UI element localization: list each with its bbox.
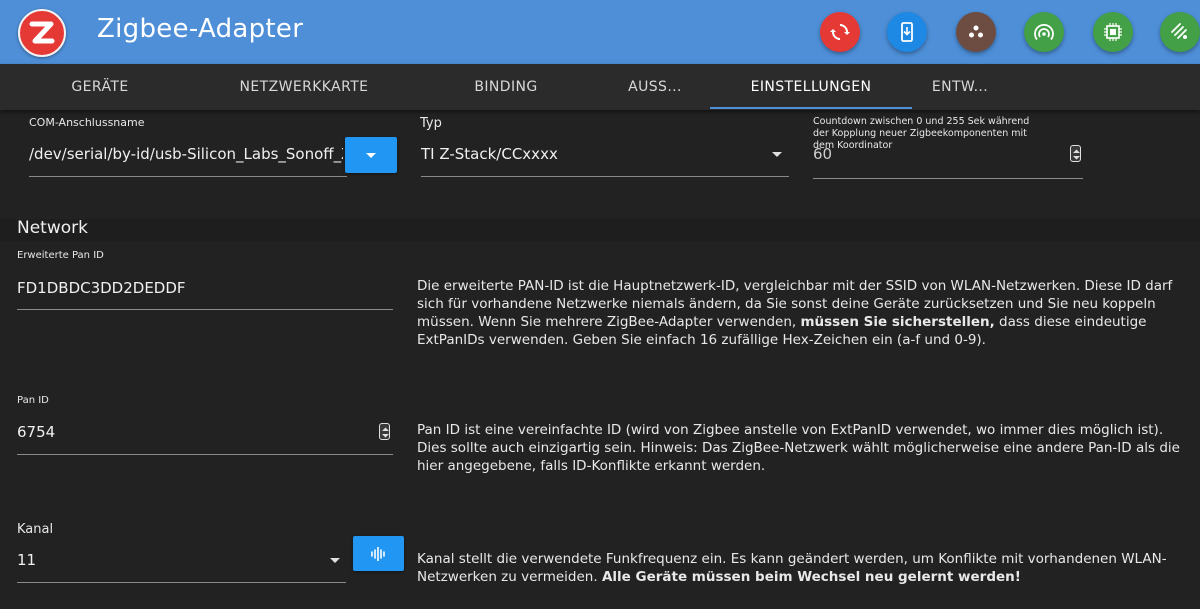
com-port-label: COM-Anschlussname [29,116,145,129]
tab-network-map[interactable]: NETZWERKKARTE [220,64,388,110]
active-tab-indicator [710,107,912,109]
tab-binding[interactable]: BINDING [450,64,562,110]
zigbee-logo-icon [18,9,66,57]
channel-scan-button[interactable] [353,536,404,571]
countdown-underline [813,178,1083,179]
tab-bar: GERÄTE NETZWERKKARTE BINDING AUSS... EIN… [0,64,1200,110]
app-header: Zigbee-Adapter [0,0,1200,64]
tab-developer[interactable]: ENTW... [912,64,1008,110]
tab-settings[interactable]: EINSTELLUNGEN [710,64,912,110]
type-select[interactable]: TI Z-Stack/CCxxxx [421,145,558,163]
countdown-stepper[interactable] [1070,145,1081,162]
pan-id-label: Pan ID [17,395,49,406]
wifi-strength-icon [1171,23,1187,39]
signal-button[interactable] [1024,12,1064,52]
chevron-down-icon[interactable] [330,558,340,563]
com-port-underline [29,176,347,177]
channel-label: Kanal [17,522,54,537]
chevron-down-icon[interactable] [772,152,782,157]
signal-icon [1034,24,1054,41]
channel-select[interactable]: 11 [17,551,36,569]
tab-exclude[interactable]: AUSS... [610,64,700,110]
stepper-arrows-icon [1073,149,1080,160]
ext-pan-id-label: Erweiterte Pan ID [17,250,104,261]
countdown-label: Countdown zwischen 0 und 255 Sek während… [813,116,1030,151]
network-section-title: Network [17,218,88,238]
type-underline [421,176,789,177]
type-label: Typ [420,116,442,131]
com-port-input[interactable]: /dev/serial/by-id/usb-Silicon_Labs_Sonof… [29,145,343,163]
tab-devices[interactable]: GERÄTE [40,64,160,110]
chevron-down-icon [366,153,376,158]
audio-wave-icon [371,547,385,561]
channel-underline [17,582,346,583]
ext-pan-id-underline [17,309,393,310]
stepper-arrows-icon [382,427,389,438]
wifi-strength-button[interactable] [1160,12,1200,52]
channel-description: Kanal stellt die verwendete Funkfrequenz… [417,551,1167,585]
refresh-button[interactable] [820,12,860,52]
pan-id-stepper[interactable] [379,423,390,440]
ext-pan-id-description: Die erweiterte PAN-ID ist die Hauptnetzw… [417,278,1173,348]
chip-icon [1104,23,1122,41]
app-title: Zigbee-Adapter [97,14,304,44]
device-install-icon [901,22,913,42]
cookie-icon [969,25,983,38]
ext-pan-id-input[interactable]: FD1DBDC3DD2DEDDF [17,279,186,297]
pan-id-underline [17,454,393,455]
device-install-button[interactable] [887,12,927,52]
refresh-icon [830,24,850,40]
cookie-button[interactable] [956,12,996,52]
com-port-select-button[interactable] [345,137,397,173]
network-section-bar [0,219,1200,241]
pan-id-description: Pan ID ist eine vereinfachte ID (wird vo… [417,422,1180,474]
pan-id-input[interactable]: 6754 [17,423,55,441]
chip-button[interactable] [1093,12,1133,52]
